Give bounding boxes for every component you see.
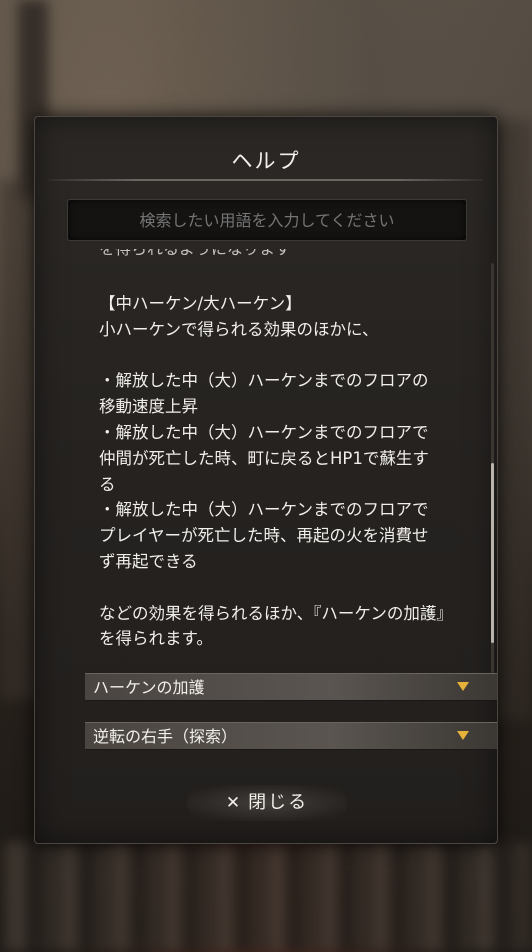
close-button-label: 閉じる bbox=[248, 792, 309, 813]
search-input[interactable] bbox=[67, 199, 467, 241]
accordion-label: 逆転の右手（探索） bbox=[93, 727, 238, 746]
content-scrollbar[interactable] bbox=[491, 263, 494, 673]
dialog-title: ヘルプ bbox=[231, 149, 301, 173]
help-content[interactable]: を得られるようになります 【中ハーケン/大ハーケン】 小ハーケンで得られる効果の… bbox=[87, 249, 487, 669]
accordion-label: ハーケンの加護 bbox=[93, 678, 205, 697]
partial-text-line: を得られるようになります bbox=[99, 249, 291, 257]
chevron-down-icon bbox=[457, 731, 469, 740]
chevron-down-icon bbox=[457, 682, 469, 691]
accordion-reversal-right-hand[interactable]: 逆転の右手（探索） bbox=[85, 722, 497, 750]
help-body-text: 【中ハーケン/大ハーケン】 小ハーケンで得られる効果のほかに、 ・解放した中（大… bbox=[99, 294, 453, 649]
background-crowd bbox=[0, 842, 532, 952]
close-icon: ✕ bbox=[225, 793, 243, 813]
help-dialog: ヘルプ を得られるようになります 【中ハーケン/大ハーケン】 小ハーケンで得られ… bbox=[34, 116, 498, 844]
title-divider bbox=[49, 179, 483, 181]
accordion-harken-blessing[interactable]: ハーケンの加護 bbox=[85, 673, 497, 701]
scrollbar-thumb[interactable] bbox=[491, 463, 494, 643]
close-button[interactable]: ✕ 閉じる bbox=[187, 785, 347, 821]
